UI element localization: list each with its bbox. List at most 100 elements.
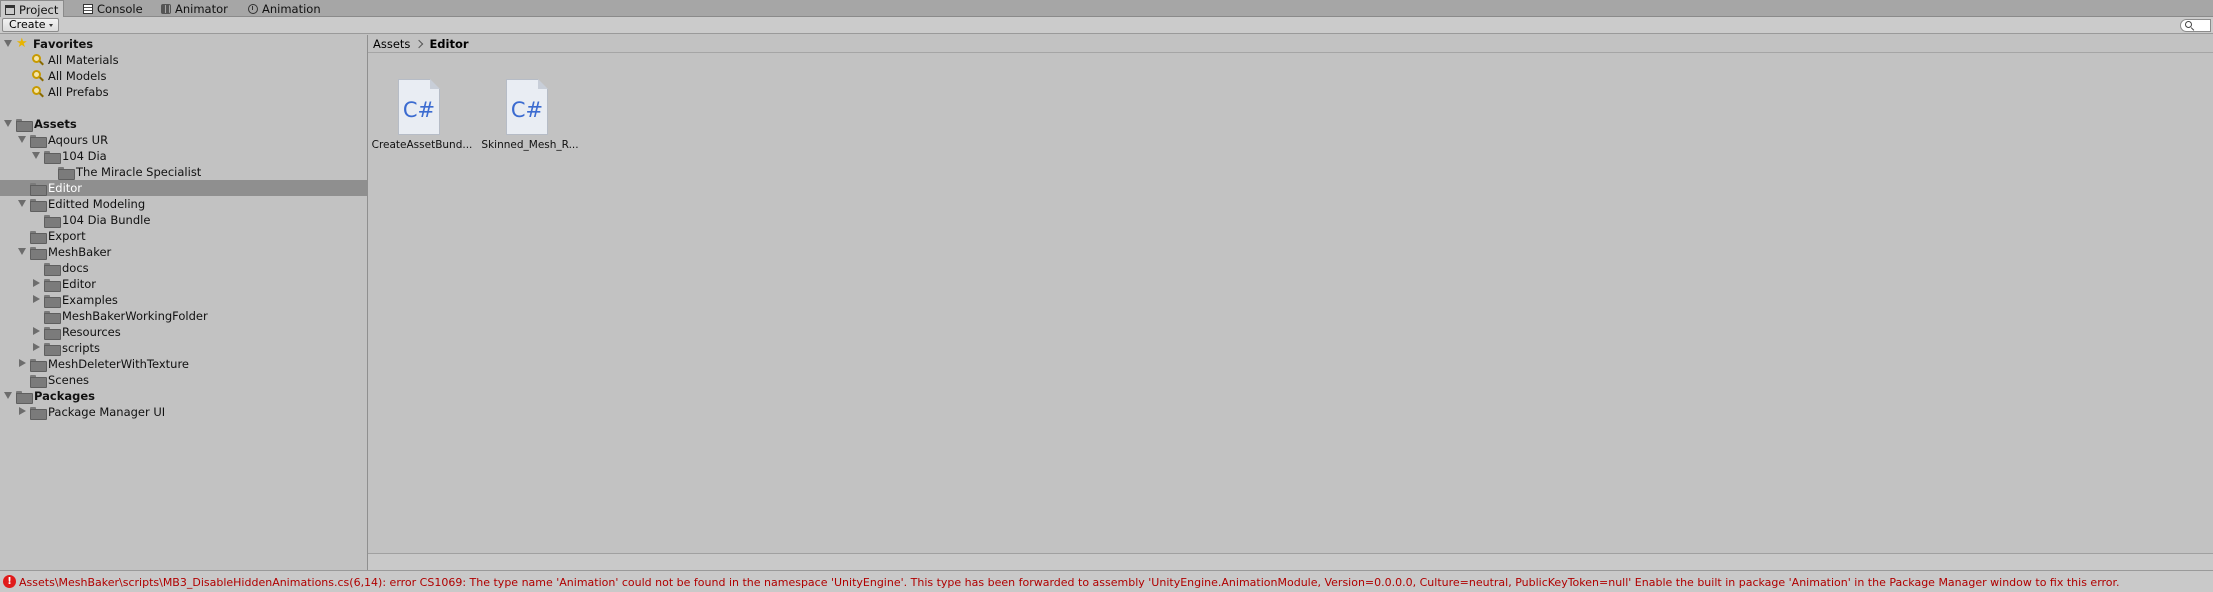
tab-animator[interactable]: Animator	[157, 0, 233, 17]
create-button[interactable]: Create	[2, 18, 59, 32]
tree-assets-header[interactable]: Assets	[0, 116, 367, 132]
status-bar[interactable]: ! Assets\MeshBaker\scripts\MB3_DisableHi…	[0, 570, 2213, 592]
tree-item-meshdeleterwithtexture[interactable]: MeshDeleterWithTexture	[0, 356, 367, 372]
folder-icon	[44, 215, 61, 228]
tree-favorites-header[interactable]: ★ Favorites	[0, 36, 367, 52]
collapse-arrow-icon[interactable]	[18, 248, 26, 255]
folder-icon	[16, 119, 33, 132]
tree-item-label: Export	[48, 229, 86, 243]
tree-item-label: Resources	[62, 325, 121, 339]
folder-icon	[44, 295, 61, 308]
collapse-arrow-icon[interactable]	[18, 200, 26, 207]
folder-icon	[44, 343, 61, 356]
tree-item-docs[interactable]: docs	[0, 260, 367, 276]
collapse-arrow-icon[interactable]	[32, 152, 40, 159]
collapse-arrow-icon[interactable]	[4, 120, 12, 127]
tree-item-label: Editor	[62, 277, 97, 291]
animation-icon	[248, 3, 258, 14]
expand-arrow-icon[interactable]	[33, 343, 40, 351]
expand-arrow-icon[interactable]	[33, 279, 40, 287]
search-input[interactable]	[2180, 19, 2211, 32]
tree-item-all-prefabs[interactable]: All Prefabs	[0, 84, 367, 100]
tab-console-label: Console	[97, 1, 143, 16]
tree-item-label: Assets	[34, 117, 77, 131]
tree-item-label: Editted Modeling	[48, 197, 146, 211]
tree-item-label: Editor	[48, 181, 83, 195]
expand-arrow-icon[interactable]	[33, 327, 40, 335]
tree-item-label: docs	[62, 261, 89, 275]
breadcrumb: Assets Editor	[368, 35, 2213, 53]
tree-item-scenes[interactable]: Scenes	[0, 372, 367, 388]
tree-item-label: scripts	[62, 341, 101, 355]
tree-item-examples[interactable]: Examples	[0, 292, 367, 308]
tree-item-all-materials[interactable]: All Materials	[0, 52, 367, 68]
folder-icon	[44, 151, 61, 164]
folder-icon	[30, 407, 47, 420]
csharp-glyph: C#	[510, 98, 544, 122]
tree-item-meshbakerworkingfolder[interactable]: MeshBakerWorkingFolder	[0, 308, 367, 324]
tree-item-editted-modeling[interactable]: Editted Modeling	[0, 196, 367, 212]
tab-animation[interactable]: Animation	[244, 0, 326, 17]
tree-item-the-miracle-specialist[interactable]: The Miracle Specialist	[0, 164, 367, 180]
folder-icon	[44, 263, 61, 276]
asset-file-skinned-mesh[interactable]: C# Skinned_Mesh_R...	[476, 57, 584, 167]
folder-icon	[30, 199, 47, 212]
tree-item-meshbaker[interactable]: MeshBaker	[0, 244, 367, 260]
folder-icon	[30, 183, 47, 196]
folder-icon	[30, 231, 47, 244]
caret-down-icon	[48, 23, 53, 27]
asset-file-name: Skinned_Mesh_R...	[481, 139, 579, 151]
tab-project-label: Project	[19, 2, 59, 17]
tree-item-meshbaker-editor[interactable]: Editor	[0, 276, 367, 292]
tree-item-all-models[interactable]: All Models	[0, 68, 367, 84]
console-icon	[83, 3, 93, 14]
collapse-arrow-icon[interactable]	[4, 392, 12, 399]
breadcrumb-editor[interactable]: Editor	[429, 37, 468, 51]
folder-icon	[58, 167, 75, 180]
tree-item-scripts[interactable]: scripts	[0, 340, 367, 356]
folder-icon	[30, 375, 47, 388]
asset-file-createassetbundles[interactable]: C# CreateAssetBund...	[368, 57, 476, 167]
tree-item-104-dia[interactable]: 104 Dia	[0, 148, 367, 164]
star-icon: ★	[16, 36, 28, 51]
tree-item-label: MeshDeleterWithTexture	[48, 357, 189, 371]
error-message[interactable]: Assets\MeshBaker\scripts\MB3_DisableHidd…	[19, 576, 2120, 589]
tree-item-label: MeshBaker	[48, 245, 112, 259]
tree-item-label: The Miracle Specialist	[76, 165, 202, 179]
tree-item-label: Package Manager UI	[48, 405, 166, 419]
folder-icon	[30, 247, 47, 260]
csharp-glyph: C#	[402, 98, 436, 122]
tree-item-resources[interactable]: Resources	[0, 324, 367, 340]
collapse-arrow-icon[interactable]	[18, 136, 26, 143]
tab-console[interactable]: Console	[79, 0, 148, 17]
tree-item-label: MeshBakerWorkingFolder	[62, 309, 208, 323]
tab-project[interactable]: Project	[0, 0, 65, 18]
tab-animation-label: Animation	[262, 1, 321, 16]
tree-item-aqours-ur[interactable]: Aqours UR	[0, 132, 367, 148]
folder-tree[interactable]: ★ Favorites All Materials All Models All…	[0, 35, 367, 570]
tree-item-editor[interactable]: Editor	[0, 180, 367, 196]
tree-item-label: All Models	[48, 69, 107, 83]
project-icon	[5, 4, 15, 15]
tree-item-104-dia-bundle[interactable]: 104 Dia Bundle	[0, 212, 367, 228]
expand-arrow-icon[interactable]	[19, 359, 26, 367]
folder-icon	[30, 359, 47, 372]
search-icon	[2185, 21, 2192, 28]
animator-icon	[161, 3, 171, 14]
tab-animator-label: Animator	[175, 1, 228, 16]
breadcrumb-assets[interactable]: Assets	[373, 37, 410, 51]
tree-item-label: All Prefabs	[48, 85, 109, 99]
tree-item-export[interactable]: Export	[0, 228, 367, 244]
chevron-right-icon	[415, 39, 424, 48]
tree-packages-header[interactable]: Packages	[0, 388, 367, 404]
collapse-arrow-icon[interactable]	[4, 40, 12, 47]
folder-icon	[44, 311, 61, 324]
expand-arrow-icon[interactable]	[33, 295, 40, 303]
asset-grid-panel: Assets Editor C# CreateAssetBund... C# S…	[368, 35, 2213, 570]
expand-arrow-icon[interactable]	[19, 407, 26, 415]
tree-item-package-manager-ui[interactable]: Package Manager UI	[0, 404, 367, 420]
csharp-script-icon: C#	[398, 79, 440, 135]
create-button-label: Create	[9, 18, 46, 31]
folder-icon	[44, 327, 61, 340]
asset-file-name: CreateAssetBund...	[371, 139, 473, 151]
